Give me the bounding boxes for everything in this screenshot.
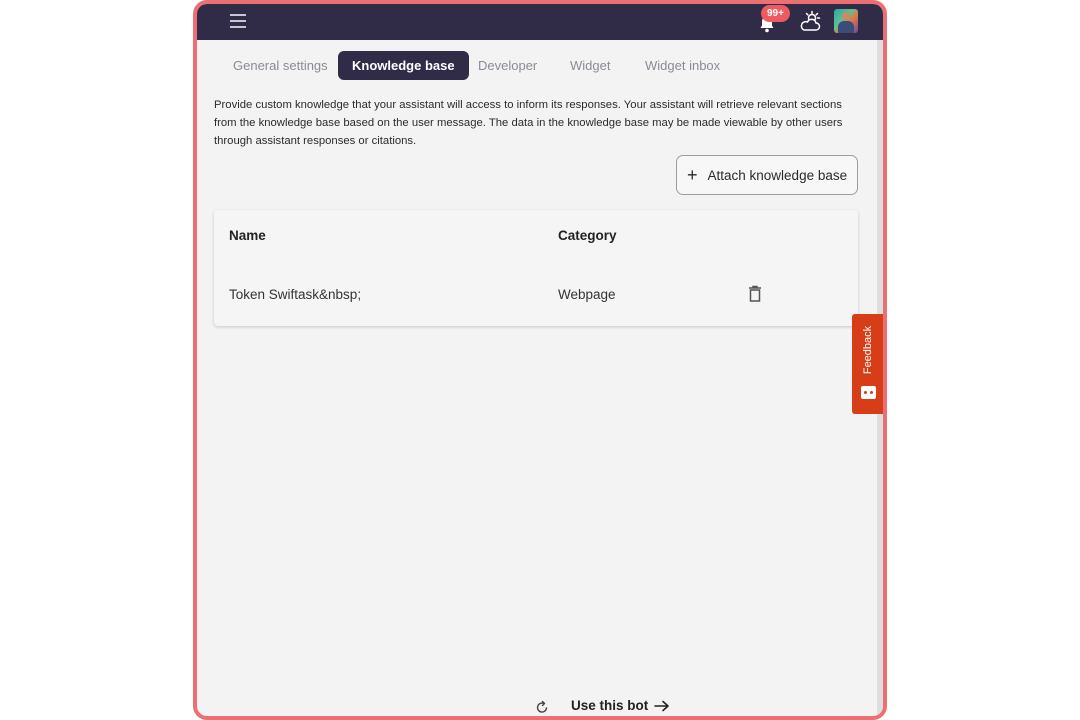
tab-widget-inbox[interactable]: Widget inbox	[645, 51, 720, 80]
tab-developer[interactable]: Developer	[478, 51, 537, 80]
column-header-name: Name	[229, 228, 266, 243]
settings-tabs: General settings Knowledge base Develope…	[197, 48, 883, 80]
arrow-right-icon	[654, 700, 670, 711]
refresh-icon[interactable]	[534, 699, 550, 715]
row-name: Token Swiftask&nbsp;	[229, 287, 362, 302]
feedback-face-icon	[861, 386, 876, 399]
column-header-category: Category	[558, 228, 617, 243]
feedback-tab[interactable]: Feedback	[852, 314, 883, 414]
tab-general-settings[interactable]: General settings	[233, 51, 328, 80]
row-category: Webpage	[558, 287, 616, 302]
knowledge-base-table: Name Category Token Swiftask&nbsp; Webpa…	[214, 210, 858, 326]
tab-widget[interactable]: Widget	[570, 51, 610, 80]
top-bar: 99+	[197, 4, 883, 40]
feedback-label: Feedback	[862, 325, 874, 375]
trash-icon[interactable]	[748, 285, 762, 302]
tab-knowledge-base[interactable]: Knowledge base	[338, 51, 469, 80]
notification-badge: 99+	[761, 5, 790, 22]
footer-bar: Use this bot	[197, 694, 883, 716]
weather-icon[interactable]	[798, 10, 822, 34]
attach-button-label: Attach knowledge base	[707, 167, 848, 183]
attach-knowledge-base-button[interactable]: + Attach knowledge base	[676, 155, 858, 195]
user-avatar[interactable]	[834, 9, 858, 33]
knowledge-base-description: Provide custom knowledge that your assis…	[214, 99, 843, 147]
use-bot-label: Use this bot	[571, 698, 649, 713]
app-frame: 99+ General settings Knowledge base Deve…	[193, 0, 887, 720]
use-this-bot-button[interactable]: Use this bot	[571, 698, 670, 713]
hamburger-icon[interactable]	[230, 14, 246, 28]
plus-icon: +	[687, 165, 698, 185]
